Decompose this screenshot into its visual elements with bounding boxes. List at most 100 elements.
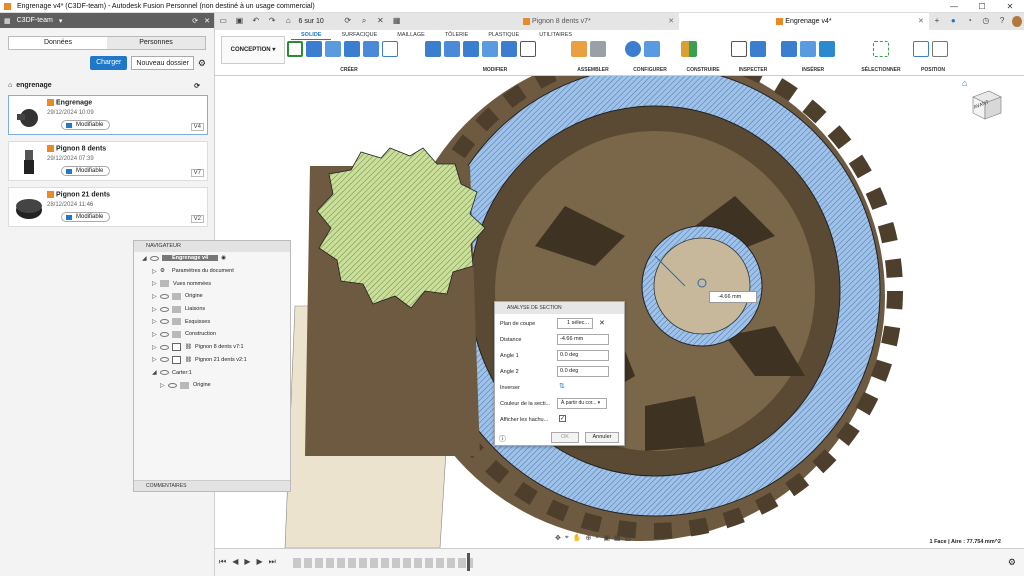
tab-sheet-metal[interactable]: TÔLERIE	[435, 31, 479, 40]
timeline-settings-icon[interactable]: ⚙	[1008, 557, 1016, 568]
fit-icon[interactable]: ⌕	[595, 534, 599, 542]
folder-icon[interactable]: ▭	[217, 16, 229, 28]
tab-engrenage[interactable]: Engrenage v4* ✕	[679, 13, 929, 30]
visibility-icon[interactable]	[160, 357, 169, 363]
pattern-icon[interactable]	[382, 41, 398, 57]
timeline-marker[interactable]	[467, 553, 470, 571]
expand-icon[interactable]: ▷	[152, 318, 160, 325]
sync-icon[interactable]: ⟳	[194, 82, 200, 90]
visibility-icon[interactable]	[150, 255, 159, 261]
visibility-icon[interactable]	[160, 331, 169, 337]
tree-item[interactable]: ▷ ⚙ Paramètres du document	[134, 265, 290, 278]
insert-mesh-icon[interactable]	[800, 41, 816, 57]
status-badge[interactable]: Modifiable	[61, 212, 111, 222]
tree-item[interactable]: ◢ Carter:1	[134, 366, 290, 379]
distance-input[interactable]: -4.66 mm	[557, 334, 609, 345]
visibility-icon[interactable]	[168, 382, 177, 388]
visibility-icon[interactable]	[160, 293, 169, 299]
tree-item[interactable]: ▷ Origine	[134, 379, 290, 392]
insert-image-icon[interactable]	[819, 41, 835, 57]
version-badge[interactable]: V4	[190, 123, 204, 131]
search-icon[interactable]: ⌕	[358, 16, 370, 28]
cancel-button[interactable]: Annuler	[585, 432, 619, 443]
extensions-icon[interactable]: ●	[947, 16, 959, 28]
visibility-icon[interactable]	[160, 319, 169, 325]
home-view-icon[interactable]: ⌂	[962, 78, 967, 88]
timeline-start-icon[interactable]: ⏮	[219, 557, 226, 567]
clear-selection-icon[interactable]: ✕	[599, 319, 605, 327]
status-badge[interactable]: Modifiable	[61, 166, 111, 176]
group-insert[interactable]: INSÉRER	[781, 41, 845, 73]
tab-solid[interactable]: SOLIDE	[291, 31, 332, 40]
radio-icon[interactable]: ◉	[221, 255, 226, 261]
version-badge[interactable]: V2	[190, 215, 204, 223]
expand-icon[interactable]: ▷	[152, 293, 160, 300]
tree-item[interactable]: ▷ ⛓ Pignon 8 dents v7:1	[134, 341, 290, 354]
document-counter[interactable]: 6 sur 10	[298, 18, 333, 25]
timeline-back-icon[interactable]: ◀	[232, 557, 238, 567]
visibility-icon[interactable]	[160, 306, 169, 312]
expand-icon[interactable]: ▷	[152, 344, 160, 351]
chamfer-icon[interactable]	[463, 41, 479, 57]
tree-root[interactable]: ◢ Engrenage v4 ◉	[134, 252, 290, 265]
timeline-end-icon[interactable]: ⏭	[269, 557, 276, 567]
maximize-icon[interactable]: ☐	[968, 2, 996, 11]
tab-surface[interactable]: SURFACIQUE	[331, 31, 387, 40]
angle2-input[interactable]: 0.0 deg	[557, 366, 609, 377]
tree-item[interactable]: ▷ Construction	[134, 328, 290, 341]
help-icon[interactable]: ?	[996, 16, 1008, 28]
job-status-icon[interactable]: ◔	[963, 16, 975, 28]
upload-button[interactable]: Charger	[90, 56, 128, 70]
display-settings-icon[interactable]: ▣	[603, 534, 610, 542]
navigator-header[interactable]: NAVIGATEUR	[134, 241, 290, 252]
status-badge[interactable]: Modifiable	[61, 120, 111, 130]
redo-icon[interactable]: ↷	[266, 16, 278, 28]
chevron-down-icon[interactable]: ▾	[59, 17, 63, 25]
group-modify[interactable]: MODIFIER	[425, 41, 565, 73]
add-tab-icon[interactable]: +	[931, 16, 943, 28]
timeline-forward-icon[interactable]: ▶	[257, 557, 263, 567]
offset-plane-icon[interactable]	[681, 41, 697, 57]
orbit-icon[interactable]: ✥	[555, 534, 561, 542]
measure-icon[interactable]	[731, 41, 747, 57]
group-assemble[interactable]: ASSEMBLER	[571, 41, 615, 73]
version-badge[interactable]: V7	[190, 169, 204, 177]
tab-data[interactable]: Données	[9, 37, 107, 49]
press-pull-icon[interactable]	[425, 41, 441, 57]
view-cube[interactable]: AVANT	[965, 85, 1005, 125]
invert-icon[interactable]: ⇅	[559, 382, 565, 390]
ok-button[interactable]: OK	[551, 432, 579, 443]
timeline-features[interactable]	[293, 558, 473, 568]
fillet-icon[interactable]	[444, 41, 460, 57]
close-tab-icon[interactable]: ✕	[668, 13, 674, 30]
tab-mesh[interactable]: MAILLAGE	[387, 31, 435, 40]
workspace-selector[interactable]: CONCEPTION ▾	[221, 36, 285, 64]
file-item[interactable]: Engrenage 29/12/2024 10:09 Modifiable V4	[8, 95, 208, 135]
group-select[interactable]: SÉLECTIONNER	[855, 41, 907, 73]
pan-icon[interactable]: ✋	[573, 534, 582, 542]
group-inspect[interactable]: INSPECTER	[731, 41, 775, 73]
shell-icon[interactable]	[482, 41, 498, 57]
tree-item[interactable]: ▷ Liaisons	[134, 303, 290, 316]
new-sketch-icon[interactable]	[287, 41, 303, 57]
visibility-icon[interactable]	[160, 344, 169, 350]
save-icon[interactable]: ▣	[233, 16, 245, 28]
group-configure[interactable]: CONFIGURER	[625, 41, 675, 73]
tab-people[interactable]: Personnes	[107, 37, 205, 49]
team-selector[interactable]: C3DF-team	[17, 17, 53, 24]
file-menu-icon[interactable]: ▦	[391, 16, 403, 28]
close-icon[interactable]: ✕	[996, 2, 1024, 11]
close-tab-icon[interactable]: ✕	[918, 13, 924, 30]
expand-icon[interactable]: ▷	[152, 331, 160, 338]
revolve-icon[interactable]	[325, 41, 341, 57]
grid-icon[interactable]: ▦	[4, 17, 11, 25]
timeline-play-icon[interactable]: ▶	[244, 557, 250, 567]
new-component-icon[interactable]	[571, 41, 587, 57]
tab-plastic[interactable]: PLASTIQUE	[478, 31, 529, 40]
group-create[interactable]: CRÉER	[287, 41, 411, 73]
file-item[interactable]: Pignon 8 dents 29/12/2024 07:39 Modifiab…	[8, 141, 208, 181]
color-dropdown[interactable]: À partir du cor... ▾	[557, 398, 607, 409]
collapse-icon[interactable]: ◢	[142, 255, 150, 262]
joint-icon[interactable]	[590, 41, 606, 57]
comments-panel[interactable]: COMMENTAIRES	[134, 480, 290, 491]
